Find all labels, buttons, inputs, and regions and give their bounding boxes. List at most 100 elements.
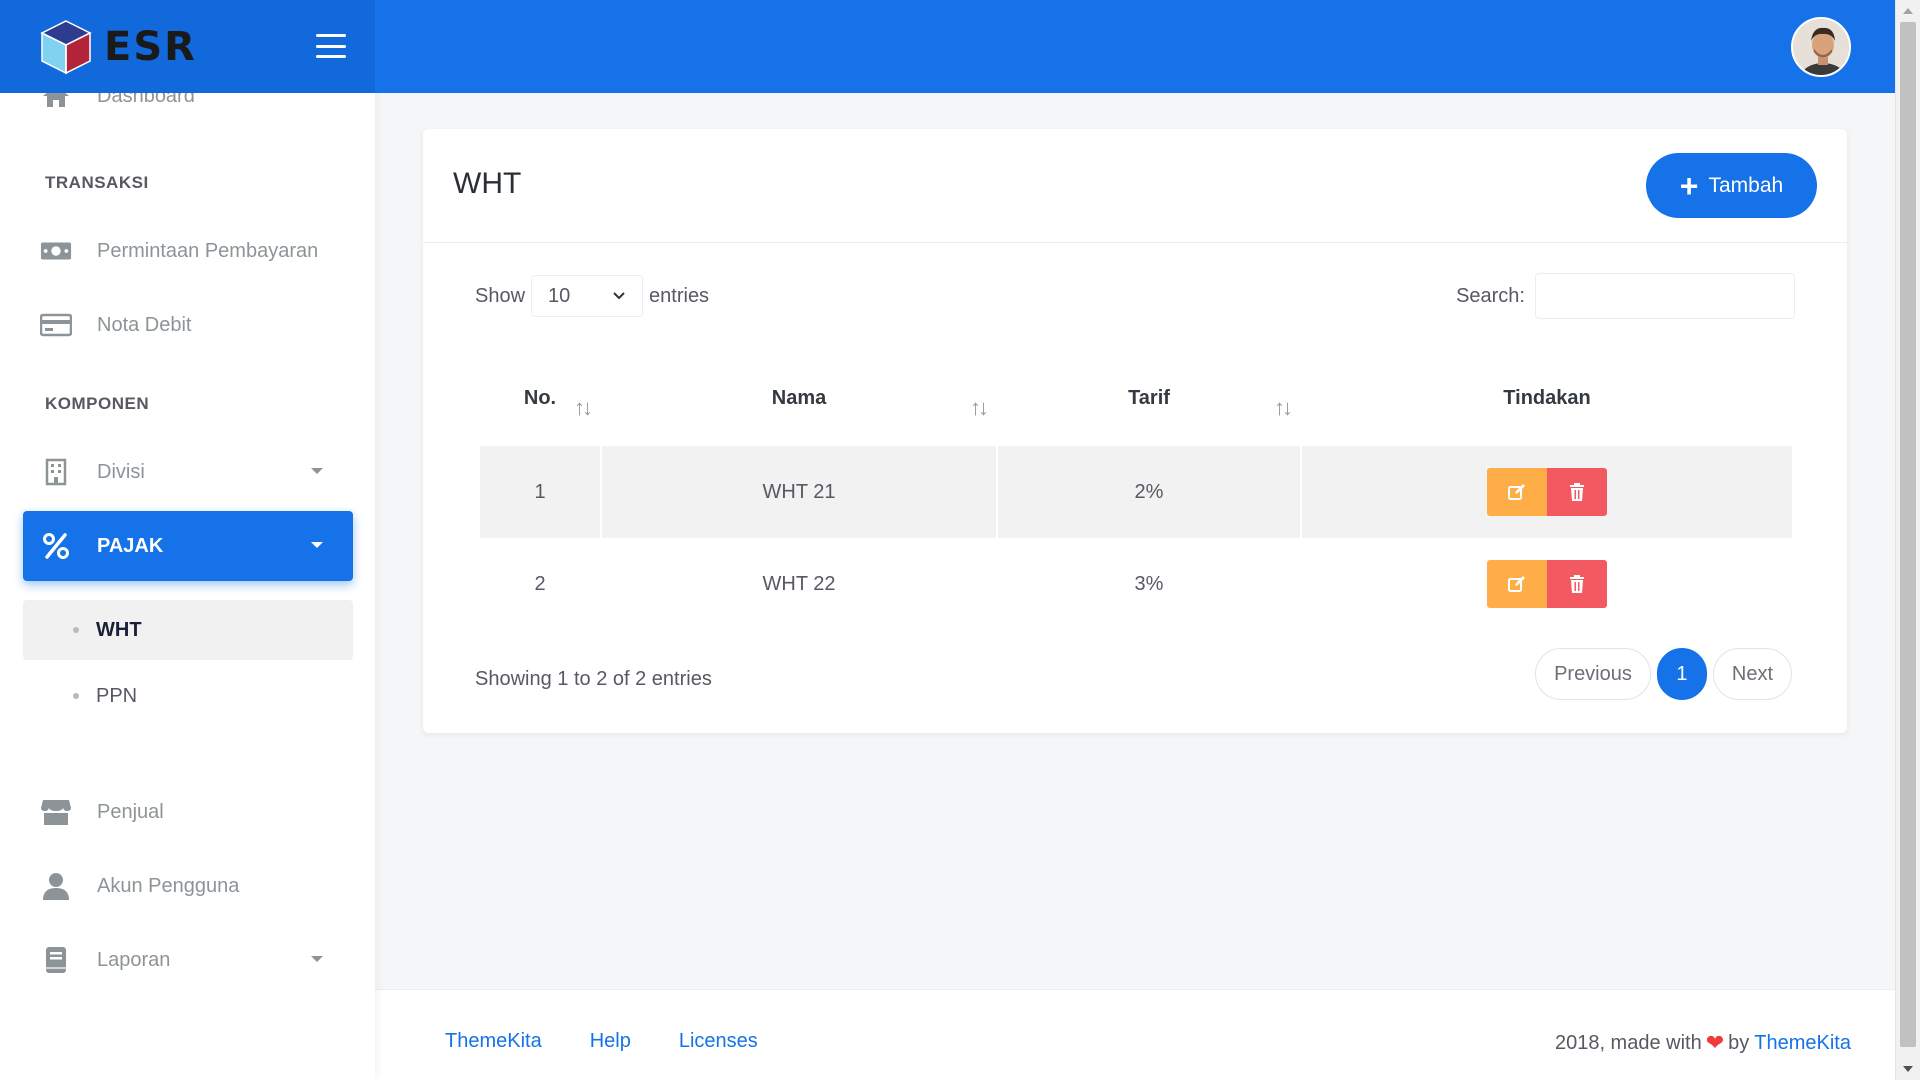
sidebar-item-label: Penjual: [97, 800, 164, 823]
add-button-label: Tambah: [1708, 173, 1784, 197]
column-header-label: No.: [523, 387, 557, 409]
search-control: Search:: [1456, 273, 1795, 319]
percent-icon: [40, 532, 72, 560]
sidebar: Dashboard TRANSAKSI Permintaan Pembayara…: [0, 85, 375, 1080]
credit-card-icon: [40, 311, 72, 339]
caret-down-icon: [311, 956, 323, 962]
show-label: Show: [475, 284, 526, 307]
footer-links: ThemeKita Help Licenses: [445, 1030, 758, 1053]
edit-button[interactable]: [1487, 468, 1547, 516]
menu-bar-icon: [316, 34, 346, 37]
sidebar-item-label: Nota Debit: [97, 313, 192, 336]
delete-button[interactable]: [1547, 468, 1607, 516]
copyright: 2018, made with ❤ by ThemeKita: [1555, 1030, 1851, 1056]
sidebar-item-permintaan-pembayaran[interactable]: Permintaan Pembayaran: [23, 216, 353, 286]
copyright-by: by: [1728, 1031, 1750, 1054]
sidebar-item-label: Permintaan Pembayaran: [97, 239, 319, 262]
add-button[interactable]: + Tambah: [1646, 153, 1817, 218]
cell-tarif: 3%: [1134, 572, 1164, 595]
sidebar-item-penjual[interactable]: Penjual: [23, 777, 353, 847]
column-header-label: Tarif: [1128, 387, 1170, 409]
user-photo-icon: [1793, 19, 1849, 75]
sidebar-subitem-ppn[interactable]: PPN: [23, 666, 353, 726]
footer-link-themekita[interactable]: ThemeKita: [445, 1030, 542, 1053]
caret-down-icon: [311, 542, 323, 548]
sidebar-subitem-wht[interactable]: WHT: [23, 600, 353, 660]
vertical-scrollbar[interactable]: [1895, 0, 1920, 1080]
column-header-label: Tindakan: [1503, 387, 1591, 409]
trash-icon: [1570, 483, 1584, 501]
sidebar-item-akun-pengguna[interactable]: Akun Pengguna: [23, 851, 353, 921]
logo-header: ESR: [0, 0, 375, 93]
column-header-nama[interactable]: Nama ↑↓: [602, 351, 996, 446]
cell-no: 1: [480, 446, 600, 538]
edit-button[interactable]: [1487, 560, 1547, 608]
sidebar-item-nota-debit[interactable]: Nota Debit: [23, 290, 353, 360]
sort-icon: ↑↓: [1274, 395, 1293, 420]
edit-icon: [1508, 484, 1525, 500]
sidebar-item-pajak[interactable]: PAJAK: [23, 511, 353, 581]
bullet-icon: [73, 693, 79, 699]
entries-select[interactable]: 10: [531, 275, 644, 317]
previous-button[interactable]: Previous: [1535, 648, 1651, 700]
row-actions: [1487, 560, 1607, 608]
card-header: WHT + Tambah: [423, 129, 1847, 243]
entries-select-value: 10: [548, 284, 571, 307]
table-info: Showing 1 to 2 of 2 entries: [475, 668, 712, 690]
cell-tarif: 2%: [998, 446, 1300, 538]
trash-icon: [1570, 575, 1584, 593]
page-title: WHT: [453, 167, 522, 200]
store-icon: [40, 798, 72, 826]
page-1-button[interactable]: 1: [1656, 648, 1707, 700]
plus-icon: +: [1679, 167, 1699, 204]
wht-card: WHT + Tambah Show 10 entries Search: No.…: [423, 129, 1847, 733]
wht-table: No. ↑↓ Nama ↑↓ Tarif ↑↓ Tindakan 1 WHT 2…: [478, 351, 1794, 630]
section-title-komponen: KOMPONEN: [45, 394, 150, 413]
pagination: Previous 1 Next: [1535, 648, 1792, 700]
search-input[interactable]: [1535, 273, 1795, 319]
search-label: Search:: [1456, 284, 1525, 307]
cell-no: 2: [534, 572, 546, 595]
logo-cube-icon: [40, 19, 92, 74]
column-header-label: Nama: [771, 387, 827, 409]
sidebar-item-label: Divisi: [97, 460, 145, 483]
menu-bar-icon: [316, 44, 346, 48]
book-icon: [40, 946, 72, 974]
brand-name: ESR: [104, 23, 197, 70]
cell-actions: [1302, 538, 1792, 630]
scrollbar-thumb[interactable]: [1900, 22, 1916, 1047]
table-row: 1 WHT 21 2%: [480, 446, 1792, 538]
chevron-down-icon: [613, 292, 625, 300]
copyright-link[interactable]: ThemeKita: [1754, 1032, 1851, 1055]
next-button[interactable]: Next: [1712, 648, 1792, 700]
entries-label: entries: [649, 284, 710, 307]
column-header-tarif[interactable]: Tarif ↑↓: [998, 351, 1300, 446]
building-icon: [40, 458, 72, 486]
sidebar-item-laporan[interactable]: Laporan: [23, 925, 353, 995]
user-icon: [40, 872, 72, 900]
sidebar-item-label: Laporan: [97, 948, 171, 971]
sidebar-item-divisi[interactable]: Divisi: [23, 437, 353, 507]
cell-actions: [1302, 446, 1792, 538]
column-header-no[interactable]: No. ↑↓: [480, 351, 600, 446]
footer-link-licenses[interactable]: Licenses: [679, 1030, 758, 1053]
sidebar-item-label: Akun Pengguna: [97, 874, 240, 897]
sidebar-subitem-label: PPN: [96, 684, 138, 707]
footer: ThemeKita Help Licenses 2018, made with …: [375, 989, 1895, 1080]
copyright-prefix: 2018, made with: [1554, 1031, 1702, 1054]
scroll-down-icon[interactable]: [1903, 1066, 1913, 1072]
edit-icon: [1508, 576, 1525, 592]
row-actions: [1487, 468, 1607, 516]
menu-toggle-button[interactable]: [316, 34, 346, 58]
user-avatar[interactable]: [1791, 17, 1851, 77]
sidebar-item-label: PAJAK: [97, 534, 164, 557]
table-header-row: No. ↑↓ Nama ↑↓ Tarif ↑↓ Tindakan: [480, 351, 1792, 446]
delete-button[interactable]: [1547, 560, 1607, 608]
footer-link-help[interactable]: Help: [590, 1030, 631, 1053]
bullet-icon: [73, 627, 79, 633]
sort-icon: ↑↓: [574, 395, 593, 420]
scroll-up-icon[interactable]: [1903, 8, 1913, 14]
menu-bar-icon: [316, 55, 346, 58]
sort-icon: ↑↓: [970, 395, 989, 420]
caret-down-icon: [311, 468, 323, 474]
